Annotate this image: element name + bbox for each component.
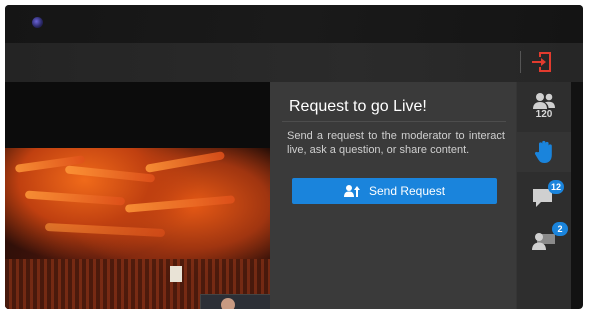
device-bezel bbox=[5, 5, 583, 43]
raised-hand-icon bbox=[534, 140, 552, 163]
panel-description: Send a request to the moderator to inter… bbox=[287, 130, 505, 156]
side-rail: 120 12 2 bbox=[517, 82, 571, 309]
participant-count: 120 bbox=[535, 109, 553, 120]
send-request-label: Send Request bbox=[368, 184, 446, 198]
request-live-panel: Request to go Live! Send a request to th… bbox=[270, 82, 516, 309]
self-view-thumbnail[interactable] bbox=[200, 294, 270, 309]
requests-button[interactable]: 2 bbox=[517, 220, 571, 260]
chat-badge: 12 bbox=[548, 180, 564, 194]
video-stage[interactable] bbox=[5, 82, 270, 309]
participants-icon bbox=[533, 93, 555, 109]
app-window: Request to go Live! Send a request to th… bbox=[5, 5, 583, 309]
panel-divider bbox=[282, 121, 506, 122]
panel-title: Request to go Live! bbox=[289, 98, 427, 115]
participants-button[interactable]: 120 bbox=[517, 88, 571, 128]
exit-door-icon bbox=[532, 52, 551, 72]
exit-divider bbox=[520, 51, 521, 73]
requests-badge: 2 bbox=[552, 222, 568, 236]
theater-video bbox=[5, 148, 270, 309]
exit-button[interactable] bbox=[529, 49, 555, 75]
send-request-button[interactable]: Send Request bbox=[292, 178, 497, 204]
camera-icon bbox=[32, 17, 43, 28]
projection-screen bbox=[170, 266, 182, 282]
chat-button[interactable]: 12 bbox=[517, 178, 571, 218]
user-up-arrow-icon bbox=[343, 185, 360, 197]
raise-hand-button[interactable] bbox=[517, 132, 571, 172]
top-bar bbox=[5, 43, 583, 82]
self-view-face bbox=[221, 298, 235, 309]
